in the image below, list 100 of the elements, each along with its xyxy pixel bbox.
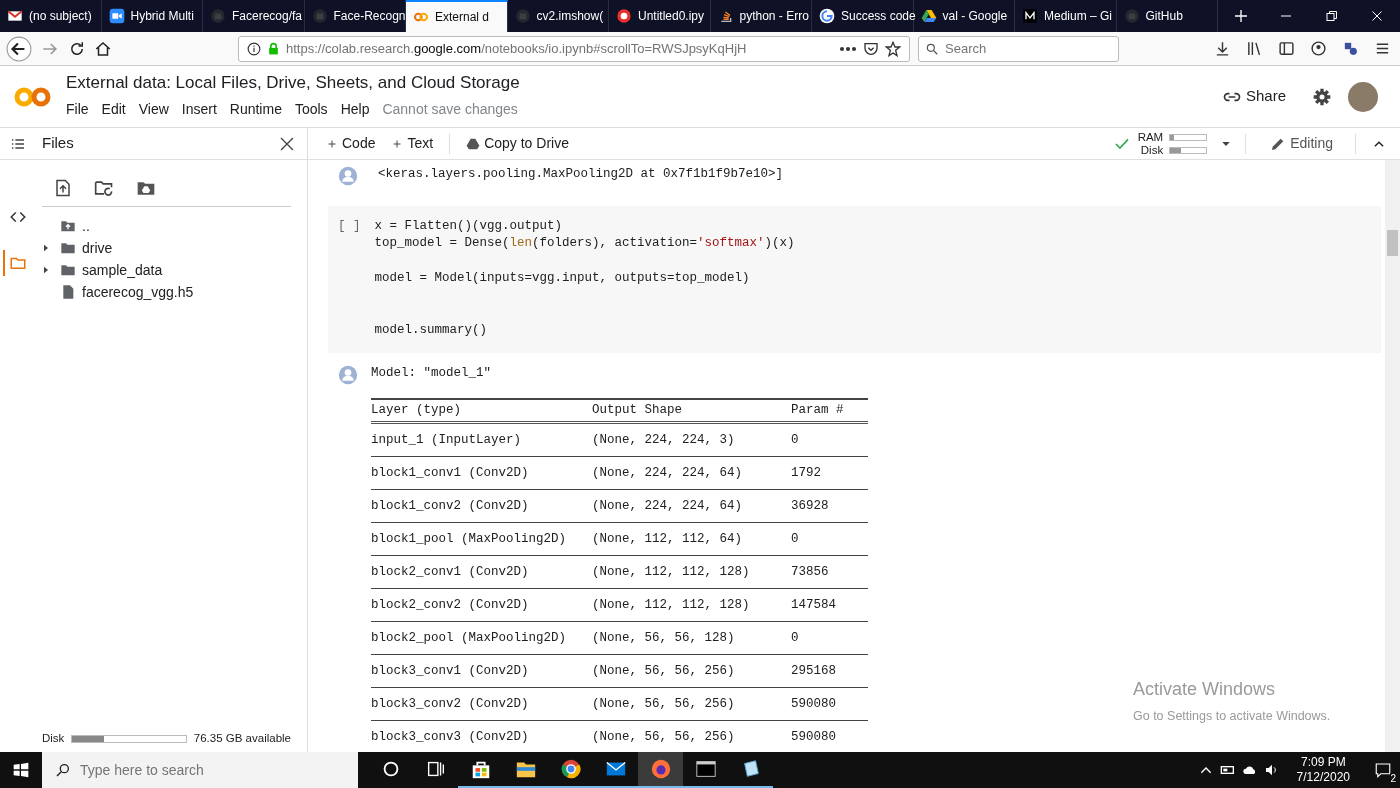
sidebar-icon[interactable] (1277, 40, 1295, 57)
notebook-title: External data: Local Files, Drive, Sheets, and Cloud Storage (66, 72, 520, 94)
menu-item[interactable]: Tools (294, 99, 328, 121)
reload-icon[interactable] (68, 39, 86, 58)
file-upload-icon[interactable] (54, 178, 72, 198)
menu-item[interactable]: Runtime (229, 99, 282, 121)
plus-icon[interactable] (1232, 8, 1249, 24)
avatar[interactable] (1348, 81, 1378, 112)
table-cell: (None, 56, 56, 128) (592, 629, 735, 647)
video-camera-icon (108, 8, 125, 24)
share-button[interactable]: Share (1215, 85, 1292, 108)
lock-icon (267, 41, 280, 56)
table-cell: block3_conv3 (Conv2D) (371, 729, 529, 747)
letter-g-icon (819, 8, 835, 24)
search-field[interactable]: Type here to search (42, 752, 358, 788)
menu-item[interactable]: File (66, 99, 89, 121)
caret-right-icon[interactable] (42, 266, 50, 274)
file-name[interactable]: facerecog_vgg.h5 (82, 281, 194, 303)
notification-count: 2 (1390, 773, 1396, 784)
notifications-button[interactable]: 2 (1366, 752, 1400, 788)
search-field[interactable]: Search (918, 35, 1119, 62)
output-avatar-icon (338, 166, 358, 186)
column-header: Param # (791, 402, 844, 420)
folder-icon (60, 240, 76, 256)
table-cell: block3_conv1 (Conv2D) (371, 662, 529, 680)
table-cell: block1_pool (MaxPooling2D) (371, 530, 567, 548)
copy-to-drive-button[interactable]: Copy to Drive (460, 133, 575, 154)
browser-tab[interactable]: External d (406, 0, 508, 32)
table-cell: 0 (791, 431, 799, 449)
output-avatar-icon (338, 365, 358, 386)
table-cell: block1_conv2 (Conv2D) (371, 497, 529, 515)
meter-label: Disk (1139, 143, 1164, 157)
code-line: top_model = Dense(len(folders), activation='softmax')(x) (374, 235, 795, 253)
firefox-logo-icon (649, 758, 672, 780)
file-name[interactable]: sample_data (82, 259, 163, 281)
info-icon (247, 41, 261, 56)
save-status: Cannot save changes (382, 100, 518, 120)
meter-label: RAM (1137, 130, 1164, 144)
restore-icon[interactable] (1325, 10, 1338, 22)
editing-mode-button[interactable]: Editing (1264, 133, 1339, 154)
table-cell: (None, 56, 56, 256) (592, 662, 735, 680)
settings-icon[interactable] (1312, 86, 1332, 107)
code-line: model = Model(inputs=vgg.input, outputs=top_model) (374, 269, 751, 287)
account-icon[interactable] (1309, 40, 1327, 57)
column-header: Output Shape (592, 402, 682, 420)
table-cell: block1_conv1 (Conv2D) (371, 464, 529, 482)
scrollbar-thumb[interactable] (1387, 230, 1398, 256)
table-cell: block2_conv1 (Conv2D) (371, 563, 529, 581)
file-icon (60, 284, 76, 300)
code-line: x = Flatten()(vgg.output) (374, 218, 564, 235)
add-cell-button[interactable]: Code (320, 133, 382, 154)
speech-bubble-icon (1374, 761, 1392, 779)
table-cell: (None, 224, 224, 3) (592, 431, 735, 449)
terminal-icon (694, 758, 717, 780)
usage-meter (1169, 146, 1208, 154)
table-cell: (None, 112, 112, 128) (592, 596, 750, 614)
close-icon[interactable] (279, 135, 295, 152)
output-line: <keras.layers.pooling.MaxPooling2D at 0x7f1b1f9b7e10>] (378, 166, 784, 183)
notice-text: Go to Settings to activate Windows. (1133, 708, 1331, 725)
caret-right-icon[interactable] (42, 244, 50, 252)
run-prompt[interactable]: [ ] (338, 218, 361, 236)
notice-title: Activate Windows (1133, 678, 1277, 701)
table-cell: (None, 56, 56, 256) (592, 695, 735, 713)
windows-logo-icon[interactable] (13, 762, 29, 778)
disk-label: Disk (42, 731, 65, 747)
folder-icon (60, 262, 76, 278)
table-cell: 1792 (791, 464, 821, 482)
file-name[interactable]: .. (82, 215, 90, 237)
table-cell: (None, 224, 224, 64) (592, 464, 743, 482)
menu-item[interactable]: View (138, 99, 169, 121)
table-cell: (None, 112, 112, 128) (592, 563, 750, 581)
table-cell: block2_conv2 (Conv2D) (371, 596, 529, 614)
table-cell: 590080 (791, 695, 836, 713)
table-cell: (None, 112, 112, 64) (592, 530, 743, 548)
folder-up-icon (60, 218, 76, 234)
menu-item[interactable]: Help (340, 99, 370, 121)
file-name[interactable]: drive (82, 237, 113, 259)
code-line: model.summary() (374, 321, 489, 339)
ring-icon (616, 8, 632, 24)
pocket-icon[interactable] (863, 40, 879, 57)
menu-item[interactable]: Insert (181, 99, 217, 121)
table-cell: (None, 56, 56, 256) (592, 729, 735, 747)
table-cell: 0 (791, 530, 799, 548)
folder-refresh-icon[interactable] (94, 178, 114, 198)
library-icon[interactable] (1245, 40, 1263, 57)
address-field[interactable]: https://colab.research.google.com/notebooks/io.ipynb#scrollTo=RWSJpsyKqHjH (238, 35, 910, 62)
output-line: Model: "model_1" (371, 365, 493, 383)
table-cell: 73856 (791, 563, 829, 581)
menu-item[interactable]: Edit (101, 99, 126, 121)
table-cell: input_1 (InputLayer) (371, 431, 522, 449)
more-dots-icon[interactable] (839, 45, 857, 52)
table-cell: block2_pool (MaxPooling2D) (371, 629, 567, 647)
star-icon[interactable] (885, 40, 901, 57)
medium-m-icon (1022, 8, 1038, 24)
add-cell-button[interactable]: Text (385, 133, 440, 154)
column-header: Layer (type) (371, 402, 461, 420)
home-icon[interactable] (94, 39, 112, 58)
back-icon[interactable] (6, 35, 32, 62)
table-cell: 36928 (791, 497, 829, 515)
clock-date: 7/12/2020 (1296, 770, 1350, 785)
